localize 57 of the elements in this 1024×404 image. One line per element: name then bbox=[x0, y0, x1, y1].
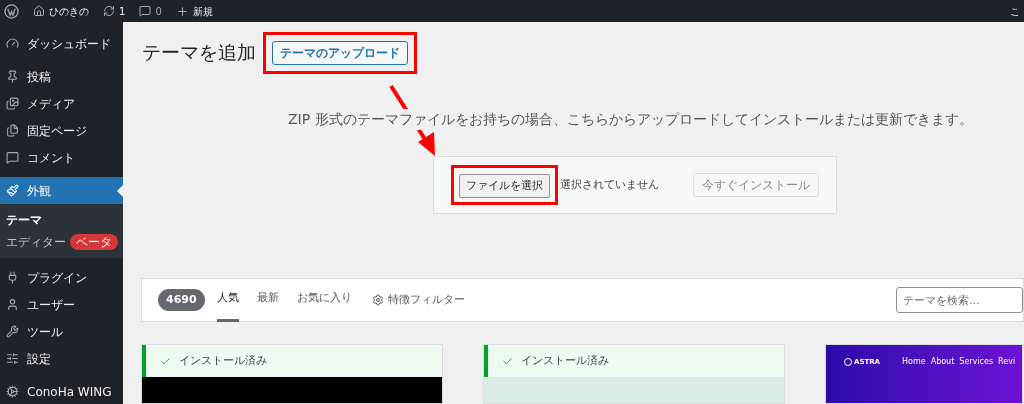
filter-tab[interactable]: お気に入り bbox=[296, 278, 352, 322]
theme-nav-link: About bbox=[930, 357, 955, 367]
filter-tab[interactable]: 人気 bbox=[216, 278, 239, 322]
refresh-icon bbox=[103, 5, 115, 17]
sidebar-item[interactable]: メディア bbox=[0, 90, 123, 117]
wrench-icon bbox=[6, 325, 19, 338]
home-icon bbox=[33, 5, 45, 17]
comment-icon bbox=[139, 5, 152, 17]
wordpress-logo-icon bbox=[4, 3, 19, 19]
sidebar-item[interactable]: ツール bbox=[0, 318, 123, 345]
sidebar-item[interactable]: プラグイン bbox=[0, 264, 123, 291]
file-status: 選択されていません bbox=[560, 176, 659, 193]
site-link[interactable]: ひのきの bbox=[33, 3, 89, 19]
theme-search-field[interactable]: テーマを検索... bbox=[896, 287, 1023, 313]
updates-link[interactable]: 1 bbox=[103, 3, 126, 19]
theme-card[interactable]: インストール済み bbox=[483, 344, 785, 404]
check-icon bbox=[502, 355, 513, 367]
comment-icon bbox=[6, 151, 19, 164]
theme-nav-link: Services bbox=[959, 357, 994, 367]
sidebar-item[interactable]: ダッシュボード bbox=[0, 30, 123, 57]
sidebar-item[interactable]: ユーザー bbox=[0, 291, 123, 318]
gear-icon bbox=[6, 385, 19, 398]
filter-tab[interactable]: 最新 bbox=[256, 278, 279, 322]
comments-link[interactable]: 0 bbox=[139, 3, 162, 19]
sidebar-item[interactable]: コメント bbox=[0, 144, 123, 171]
account-link[interactable]: こ bbox=[1010, 3, 1020, 19]
choose-file-button[interactable]: ファイルを選択 bbox=[459, 173, 550, 198]
sidebar-item[interactable]: 設定 bbox=[0, 345, 123, 372]
sidebar-item[interactable]: 投稿 bbox=[0, 63, 123, 90]
user-icon bbox=[6, 298, 19, 311]
submenu-item[interactable]: テーマ bbox=[0, 209, 123, 231]
sliders-icon bbox=[6, 352, 19, 365]
plus-icon bbox=[175, 4, 189, 18]
gear-icon bbox=[371, 294, 384, 306]
sidebar-item[interactable]: ConoHa WING bbox=[0, 378, 123, 404]
theme-nav-link: Home bbox=[902, 357, 926, 367]
images-icon bbox=[6, 97, 19, 110]
paintbrush-icon bbox=[6, 184, 19, 197]
theme-nav-link: Revi bbox=[998, 357, 1016, 367]
feature-filter-button[interactable]: 特徴フィルター bbox=[371, 291, 465, 309]
theme-card[interactable]: インストール済み bbox=[141, 344, 443, 404]
sidebar-item[interactable]: 固定ページ bbox=[0, 117, 123, 144]
plug-icon bbox=[6, 271, 19, 284]
submenu-item[interactable]: エディター ベータ bbox=[0, 231, 123, 253]
pin-icon bbox=[6, 70, 19, 83]
gauge-icon bbox=[6, 37, 19, 50]
active-pointer-icon bbox=[117, 185, 123, 197]
pages-icon bbox=[6, 124, 19, 137]
installed-notice: インストール済み bbox=[142, 345, 442, 377]
upload-theme-button[interactable]: テーマのアップロード bbox=[272, 40, 408, 65]
page-title: テーマを追加 bbox=[142, 40, 256, 65]
installed-notice: インストール済み bbox=[484, 345, 784, 377]
check-icon bbox=[160, 355, 171, 367]
new-link[interactable]: 新規 bbox=[175, 3, 213, 19]
theme-count-badge: 4690 bbox=[158, 289, 205, 311]
sidebar-item[interactable]: 外観 bbox=[0, 177, 123, 204]
beta-badge: ベータ bbox=[70, 234, 118, 250]
